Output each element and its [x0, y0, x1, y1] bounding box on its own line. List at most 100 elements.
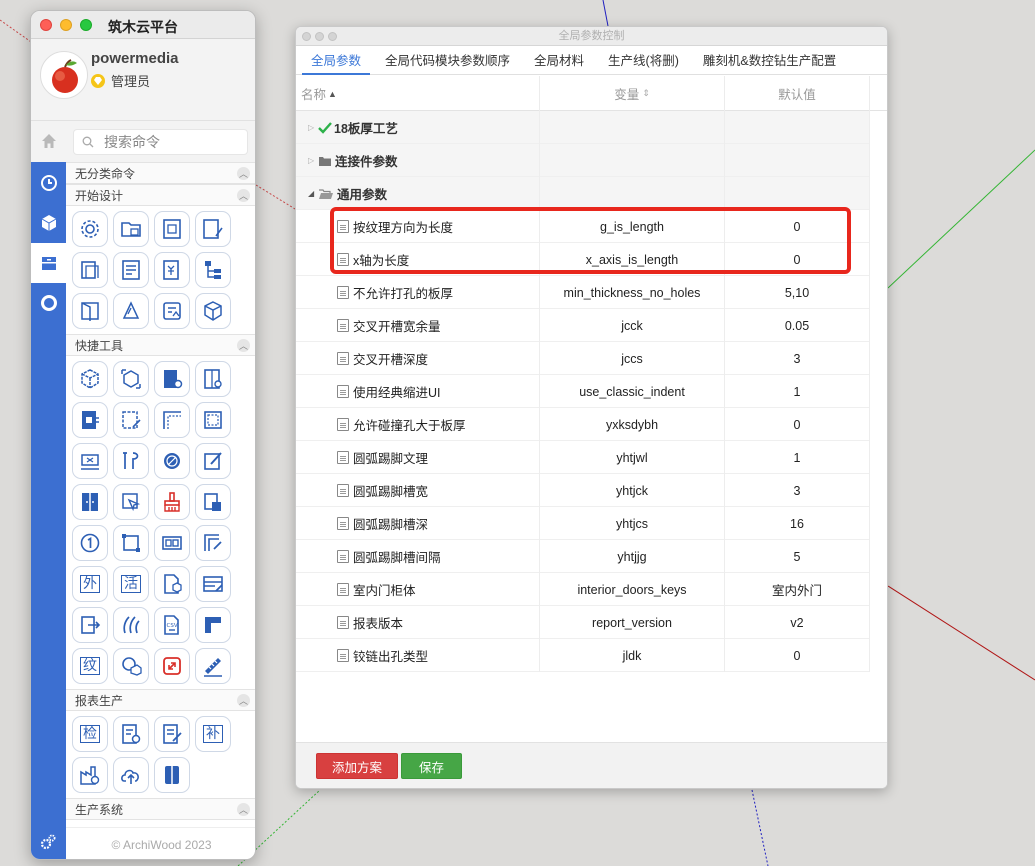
param-default[interactable]: 1	[725, 375, 870, 408]
expand-triangle-icon[interactable]: ▷	[308, 156, 318, 165]
collapse-triangle-icon[interactable]: ◢	[308, 189, 318, 198]
sidebar-item-model[interactable]	[31, 203, 66, 243]
section-uncategorized[interactable]: 无分类命令 ︿	[66, 162, 255, 184]
group-row[interactable]: ◢ 通用参数	[296, 177, 870, 210]
door-split-icon[interactable]	[72, 484, 108, 520]
tab-cnc-config[interactable]: 雕刻机&数控钻生产配置	[694, 46, 845, 75]
plugin-settings-button[interactable]	[39, 833, 57, 854]
ruler-angle-icon[interactable]	[113, 293, 149, 329]
column-default-header[interactable]: 默认值	[725, 76, 870, 111]
tab-global-materials[interactable]: 全局材料	[525, 46, 593, 75]
param-variable[interactable]: yhtjcs	[540, 507, 725, 540]
table-row[interactable]: 圆弧踢脚槽深 yhtjcs 16	[296, 507, 870, 540]
minimize-button[interactable]	[60, 19, 72, 31]
tab-global-params[interactable]: 全局参数	[302, 46, 371, 75]
resize-frame-icon[interactable]	[113, 525, 149, 561]
command-list[interactable]: 无分类命令 ︿ 开始设计 ︿ 快捷工具 ︿ 外 活 CSV 纹 报表生产 ︿ 检…	[66, 162, 255, 827]
supplement-char-icon[interactable]: 补	[195, 716, 231, 752]
param-default[interactable]: 0	[725, 243, 870, 276]
tab-production-line[interactable]: 生产线(将删)	[599, 46, 688, 75]
param-variable[interactable]: jldk	[540, 639, 725, 672]
param-variable[interactable]: x_axis_is_length	[540, 243, 725, 276]
brush-clean-icon[interactable]	[154, 484, 190, 520]
close-button[interactable]	[40, 19, 52, 31]
dialog-zoom-button[interactable]	[328, 32, 337, 41]
panel-frame-icon[interactable]	[154, 211, 190, 247]
number-one-icon[interactable]	[72, 525, 108, 561]
param-variable[interactable]: min_thickness_no_holes	[540, 276, 725, 309]
double-panel-icon[interactable]	[154, 525, 190, 561]
chevron-up-icon[interactable]: ︿	[237, 167, 250, 180]
save-button[interactable]: 保存	[401, 753, 462, 779]
table-row[interactable]: 按纹理方向为长度 g_is_length 0	[296, 210, 870, 243]
measure-ruler-icon[interactable]	[195, 648, 231, 684]
param-default[interactable]: 5,10	[725, 276, 870, 309]
grain-char-icon[interactable]: 纹	[72, 648, 108, 684]
panel-edit-icon[interactable]	[113, 402, 149, 438]
tools-icon[interactable]	[113, 443, 149, 479]
texture-disc-icon[interactable]	[154, 443, 190, 479]
chevron-up-icon[interactable]: ︿	[237, 694, 250, 707]
table-row[interactable]: 圆弧踢脚槽宽 yhtjck 3	[296, 474, 870, 507]
frame-corner-icon[interactable]	[154, 402, 190, 438]
material-library-icon[interactable]	[154, 293, 190, 329]
avatar[interactable]	[40, 51, 88, 99]
cabinet-split-icon[interactable]	[154, 757, 190, 793]
sidebar-item-commands[interactable]	[31, 243, 66, 283]
param-default[interactable]: 室内外门	[725, 573, 870, 606]
param-variable[interactable]: yhtjck	[540, 474, 725, 507]
param-default[interactable]: 0	[725, 639, 870, 672]
tree-structure-icon[interactable]	[195, 252, 231, 288]
param-variable[interactable]: yhtjjg	[540, 540, 725, 573]
sidebar-item-recent[interactable]	[31, 163, 66, 203]
param-variable[interactable]: report_version	[540, 606, 725, 639]
cube-view-icon[interactable]	[72, 361, 108, 397]
price-list-icon[interactable]	[154, 252, 190, 288]
outside-char-icon[interactable]: 外	[72, 566, 108, 602]
table-row[interactable]: 允许碰撞孔大于板厚 yxksdybh 0	[296, 408, 870, 441]
param-variable[interactable]: use_classic_indent	[540, 375, 725, 408]
param-variable[interactable]: g_is_length	[540, 210, 725, 243]
table-row[interactable]: 交叉开槽宽余量 jcck 0.05	[296, 309, 870, 342]
csv-export-icon[interactable]: CSV	[154, 607, 190, 643]
table-row[interactable]: 铰链出孔类型 jldk 0	[296, 639, 870, 672]
box-3d-icon[interactable]	[195, 293, 231, 329]
section-quick-tools[interactable]: 快捷工具 ︿	[66, 334, 255, 356]
inspect-char-icon[interactable]: 检	[72, 716, 108, 752]
doc-cube-icon[interactable]	[154, 566, 190, 602]
param-default[interactable]: 1	[725, 441, 870, 474]
home-button[interactable]	[31, 121, 66, 162]
edit-note-icon[interactable]	[195, 443, 231, 479]
param-default[interactable]: 3	[725, 342, 870, 375]
layered-panel-icon[interactable]	[72, 252, 108, 288]
table-row[interactable]: 室内门柜体 interior_doors_keys 室内外门	[296, 573, 870, 606]
expand-triangle-icon[interactable]: ▷	[308, 123, 318, 132]
sidebar-item-settings[interactable]	[31, 283, 66, 323]
column-variable-header[interactable]: 变量 ⇕	[540, 76, 725, 111]
param-variable[interactable]: jcck	[540, 309, 725, 342]
param-variable[interactable]: jccs	[540, 342, 725, 375]
cube-select-icon[interactable]	[113, 361, 149, 397]
search-input[interactable]: 搜索命令	[73, 129, 248, 155]
section-report[interactable]: 报表生产 ︿	[66, 689, 255, 711]
param-variable[interactable]: yhtjwl	[540, 441, 725, 474]
section-production[interactable]: 生产系统 ︿	[66, 798, 255, 820]
param-default[interactable]: v2	[725, 606, 870, 639]
wood-grain-icon[interactable]	[113, 607, 149, 643]
folder-cabinet-icon[interactable]	[113, 211, 149, 247]
table-row[interactable]: 使用经典缩进UI use_classic_indent 1	[296, 375, 870, 408]
door-panel-icon[interactable]	[72, 293, 108, 329]
edge-edit-icon[interactable]	[195, 525, 231, 561]
corner-profile-icon[interactable]	[195, 607, 231, 643]
edit-panel-icon[interactable]	[195, 211, 231, 247]
cabinet-detail-icon[interactable]	[72, 402, 108, 438]
door-settings-icon[interactable]	[154, 361, 190, 397]
table-row[interactable]: x轴为长度 x_axis_is_length 0	[296, 243, 870, 276]
group-row[interactable]: ▷ 18板厚工艺	[296, 111, 870, 144]
param-default[interactable]: 0.05	[725, 309, 870, 342]
param-variable[interactable]: yxksdybh	[540, 408, 725, 441]
table-row[interactable]: 圆弧踢脚槽间隔 yhtjjg 5	[296, 540, 870, 573]
chevron-up-icon[interactable]: ︿	[237, 189, 250, 202]
add-scheme-button[interactable]: 添加方案	[316, 753, 398, 779]
chevron-up-icon[interactable]: ︿	[237, 339, 250, 352]
